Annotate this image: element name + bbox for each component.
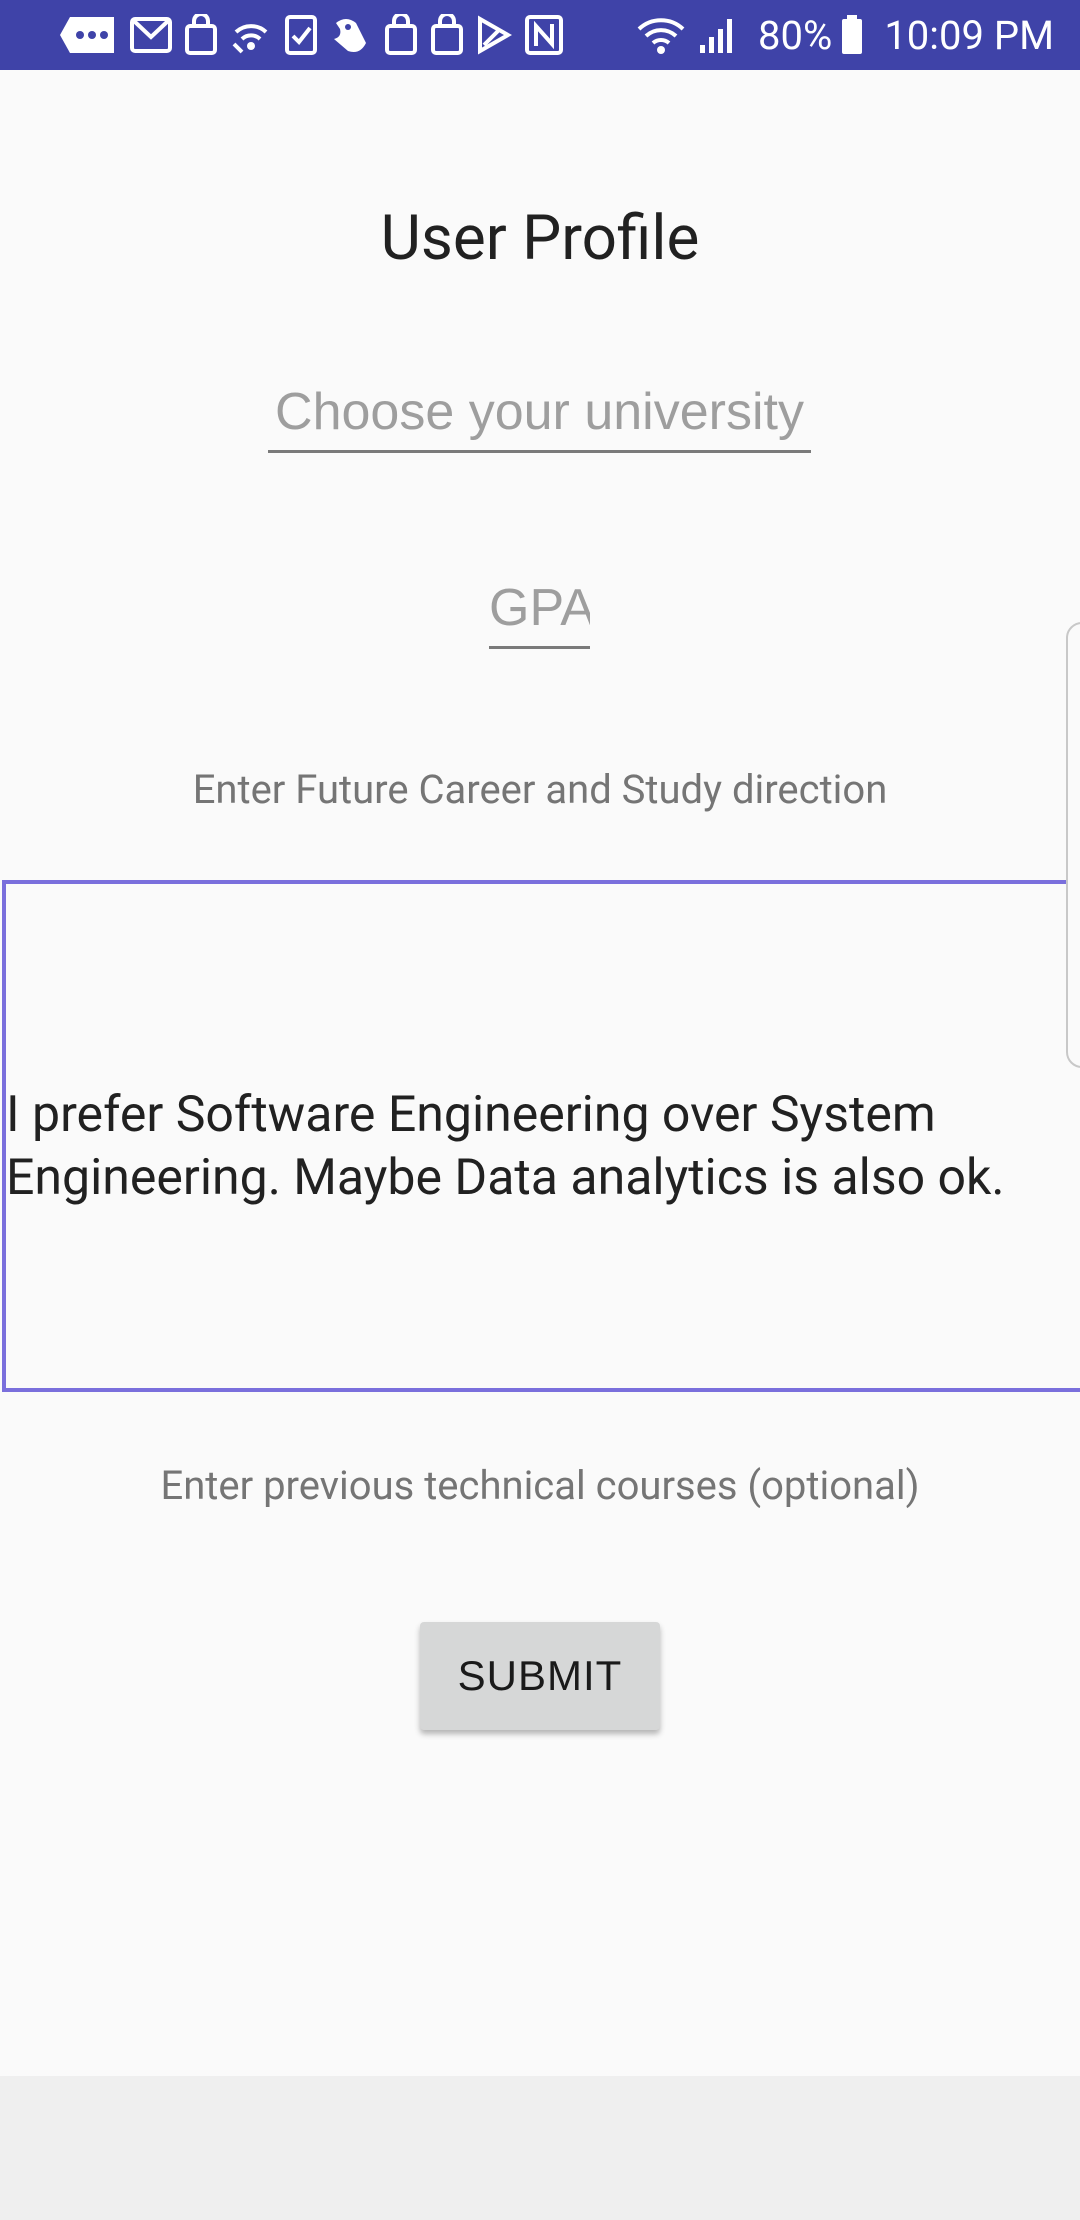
submit-button[interactable]: SUBMIT bbox=[420, 1622, 660, 1730]
bottom-bar-area bbox=[0, 2076, 1080, 2220]
shopping-bag-icon bbox=[384, 14, 418, 56]
wifi-call-icon bbox=[230, 14, 272, 56]
signal-icon bbox=[698, 15, 738, 55]
battery-icon bbox=[840, 14, 864, 56]
wifi-icon bbox=[636, 15, 686, 55]
career-direction-input[interactable]: I prefer Software Engineering over Syste… bbox=[2, 880, 1080, 1392]
notification-icons bbox=[58, 0, 576, 70]
courses-input[interactable]: Enter previous technical courses (option… bbox=[0, 1462, 1080, 1509]
play-store-icon bbox=[476, 15, 512, 55]
career-label: Enter Future Career and Study direction bbox=[192, 766, 888, 813]
message-icon bbox=[58, 13, 118, 57]
gmail-icon bbox=[130, 15, 172, 55]
checklist-icon bbox=[284, 14, 318, 56]
university-input[interactable] bbox=[268, 374, 811, 453]
battery-percent: 80% bbox=[758, 11, 833, 59]
gpa-input[interactable] bbox=[489, 570, 590, 649]
page-title: User Profile bbox=[380, 202, 700, 275]
status-right: 80% 10:09 PM bbox=[636, 0, 1054, 70]
bird-app-icon bbox=[330, 13, 372, 57]
career-direction-text: I prefer Software Engineering over Syste… bbox=[6, 1086, 1005, 1207]
edge-panel-handle[interactable] bbox=[1066, 622, 1080, 1068]
nfc-icon bbox=[524, 14, 564, 56]
clock: 10:09 PM bbox=[884, 11, 1054, 59]
shopping-bag-icon bbox=[184, 14, 218, 56]
status-bar: 80% 10:09 PM bbox=[0, 0, 1080, 70]
shopping-bag-icon bbox=[430, 14, 464, 56]
